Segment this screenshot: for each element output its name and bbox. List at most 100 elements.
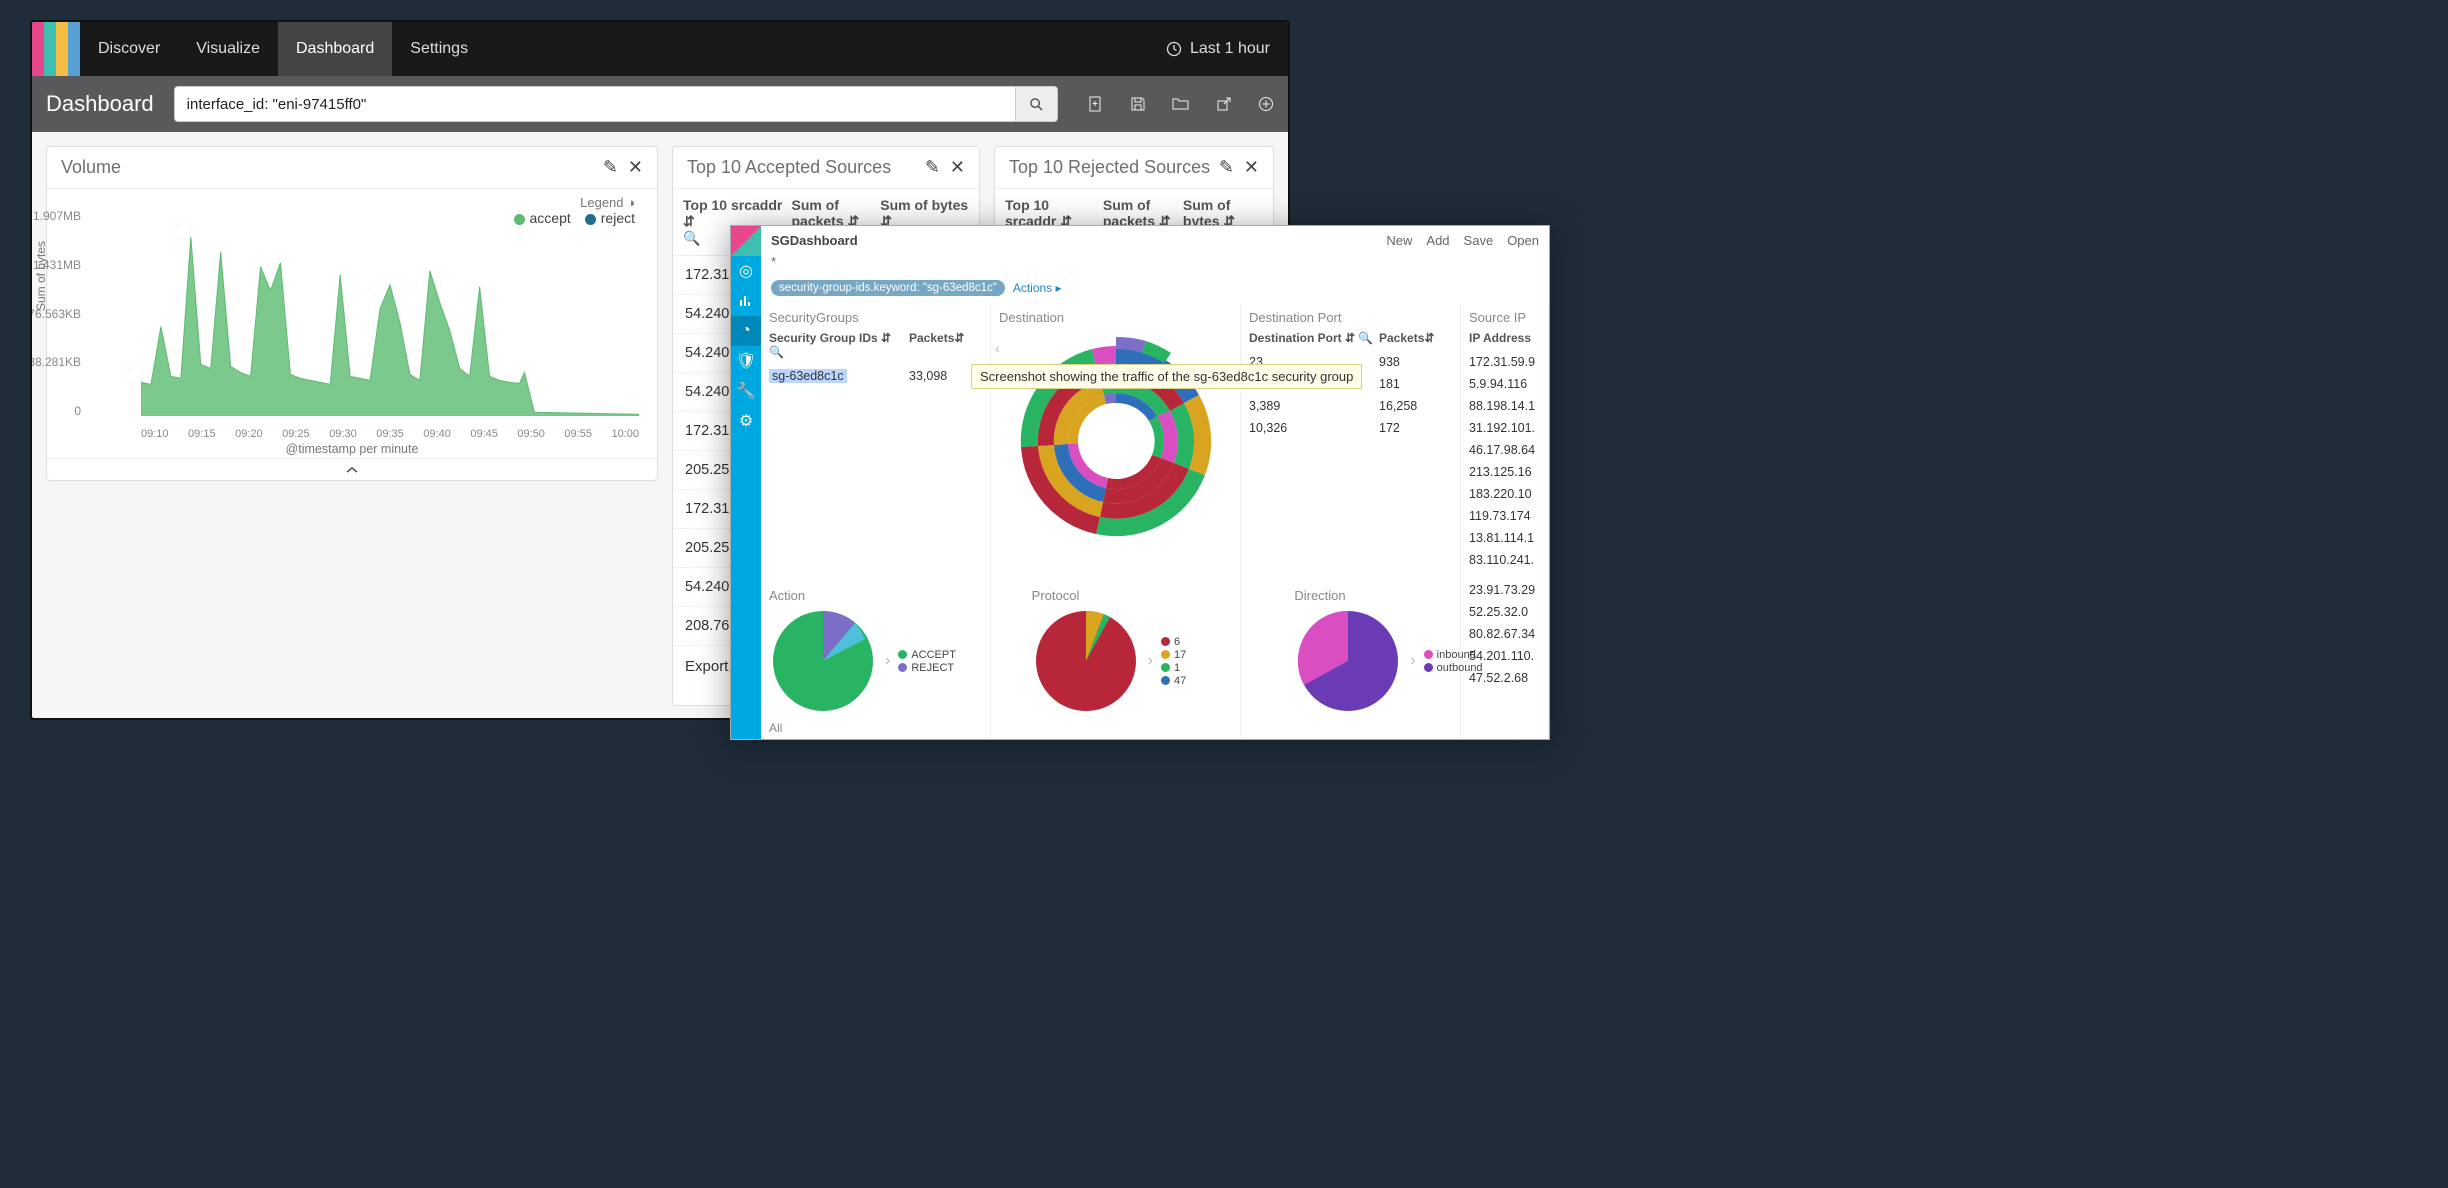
- menu-new[interactable]: New: [1386, 233, 1412, 248]
- actions-link[interactable]: Actions ▸: [1013, 281, 1062, 295]
- sort-icon[interactable]: ⇵: [1424, 331, 1434, 345]
- left-col: Volume ✎ ✕ Legend ◑ accept reject Sum of…: [46, 146, 658, 706]
- close-icon[interactable]: ✕: [628, 157, 643, 178]
- legend-accept[interactable]: accept: [530, 210, 571, 226]
- col-title: Destination Port: [1249, 310, 1452, 325]
- table-row[interactable]: 31.192.101.: [1469, 417, 1540, 439]
- sg-query[interactable]: *: [761, 254, 1549, 276]
- pie-chart[interactable]: [769, 607, 877, 715]
- table-row[interactable]: 213.125.16: [1469, 461, 1540, 483]
- table-row[interactable]: [1469, 571, 1540, 579]
- sg-filter-row: security-group-ids.keyword: "sg-63ed8c1c…: [761, 276, 1549, 300]
- close-icon[interactable]: ✕: [1244, 157, 1259, 178]
- filter-icon[interactable]: 🔍: [683, 230, 700, 246]
- table-row[interactable]: 3,38916,258: [1249, 395, 1452, 417]
- search-input[interactable]: [174, 86, 1016, 122]
- filter-icon[interactable]: 🔍: [1358, 331, 1373, 345]
- sg-header: SGDashboard New Add Save Open: [761, 226, 1549, 254]
- table-row[interactable]: 183.220.10: [1469, 483, 1540, 505]
- kibana-logo-small[interactable]: [731, 226, 761, 256]
- sort-icon[interactable]: ⇵: [683, 213, 695, 229]
- discover-icon[interactable]: ◎: [731, 256, 761, 286]
- nav-settings[interactable]: Settings: [392, 22, 486, 76]
- all-label: All: [769, 721, 1016, 735]
- nav-dashboard[interactable]: Dashboard: [278, 22, 392, 76]
- area-chart-svg: [141, 227, 639, 416]
- chevron-right-icon[interactable]: ›: [885, 652, 890, 670]
- new-dashboard-icon[interactable]: [1088, 96, 1104, 112]
- panel-volume: Volume ✎ ✕ Legend ◑ accept reject Sum of…: [46, 146, 658, 481]
- menu-open[interactable]: Open: [1507, 233, 1539, 248]
- dashboard-subbar: Dashboard: [32, 76, 1288, 132]
- visualize-icon[interactable]: [731, 286, 761, 316]
- search-button[interactable]: [1016, 86, 1058, 122]
- top-nav: Discover Visualize Dashboard Settings La…: [32, 22, 1288, 76]
- table-row[interactable]: sg-63ed8c1c33,098: [769, 365, 982, 387]
- chevron-right-icon[interactable]: ›: [1410, 652, 1415, 670]
- nav-visualize[interactable]: Visualize: [178, 22, 278, 76]
- toolbar: [1088, 96, 1274, 112]
- menu-add[interactable]: Add: [1426, 233, 1449, 248]
- add-panel-icon[interactable]: [1258, 96, 1274, 112]
- kibana-logo: [32, 22, 80, 76]
- pie-chart[interactable]: [1294, 607, 1402, 715]
- legend-toggle-icon[interactable]: ◑: [627, 195, 635, 210]
- col-title: SecurityGroups: [769, 310, 982, 325]
- sg-title: SGDashboard: [771, 233, 858, 248]
- x-axis-label: @timestamp per minute: [286, 442, 419, 456]
- filter-pill[interactable]: security-group-ids.keyword: "sg-63ed8c1c…: [771, 280, 1005, 296]
- sg-dashboard-window: ◎ ◔ 🛡 🔧 ⚙ SGDashboard New Add Save Open …: [730, 225, 1550, 740]
- col-title: Source IP: [1469, 310, 1540, 325]
- share-icon[interactable]: [1216, 96, 1232, 112]
- sort-icon[interactable]: ⇵: [881, 331, 891, 345]
- close-icon[interactable]: ✕: [950, 157, 965, 178]
- page-title: Dashboard: [46, 91, 154, 117]
- table-row[interactable]: 119.73.174: [1469, 505, 1540, 527]
- management-icon[interactable]: ⚙: [731, 406, 761, 436]
- pie-row: Action › ACCEPT REJECT All Protocol: [761, 584, 1549, 729]
- edit-icon[interactable]: ✎: [1219, 157, 1234, 178]
- pie-action: Action › ACCEPT REJECT All: [761, 584, 1024, 729]
- chevron-right-icon[interactable]: ›: [1148, 652, 1153, 670]
- filter-icon[interactable]: 🔍: [769, 345, 784, 359]
- devtools-icon[interactable]: 🔧: [731, 376, 761, 406]
- table-row[interactable]: 10,326172: [1249, 417, 1452, 439]
- edit-icon[interactable]: ✎: [925, 157, 940, 178]
- sg-sidebar: ◎ ◔ 🛡 🔧 ⚙: [731, 226, 761, 739]
- save-icon[interactable]: [1130, 96, 1146, 112]
- pie-protocol: Protocol › 6 17 1 47: [1024, 584, 1287, 729]
- y-axis: 1.907MB 1.431MB 976.563KB 488.281KB 0: [30, 209, 81, 418]
- time-picker[interactable]: Last 1 hour: [1148, 40, 1288, 58]
- table-row[interactable]: 83.110.241.: [1469, 549, 1540, 571]
- edit-icon[interactable]: ✎: [603, 157, 618, 178]
- search-icon: [1029, 97, 1044, 112]
- time-label: Last 1 hour: [1190, 40, 1270, 58]
- menu-save[interactable]: Save: [1464, 233, 1494, 248]
- nav-discover[interactable]: Discover: [80, 22, 178, 76]
- chevron-up-icon: [345, 465, 359, 475]
- panel-title: Top 10 Accepted Sources: [687, 157, 891, 178]
- col-title: Destination: [999, 310, 1232, 325]
- pie-direction: Direction › inbound outbound: [1286, 584, 1549, 729]
- collapse-toggle[interactable]: [47, 458, 657, 480]
- sort-icon[interactable]: ⇵: [954, 331, 964, 359]
- dashboard-icon[interactable]: ◔: [731, 316, 761, 346]
- tooltip: Screenshot showing the traffic of the sg…: [971, 364, 1362, 389]
- open-folder-icon[interactable]: [1172, 96, 1190, 112]
- panel-title: Volume: [61, 157, 121, 178]
- x-axis: 09:1009:1509:2009:2509:3009:3509:4009:45…: [141, 428, 639, 440]
- table-row[interactable]: 5.9.94.116: [1469, 373, 1540, 395]
- table-row[interactable]: 13.81.114.1: [1469, 527, 1540, 549]
- volume-chart: Legend ◑ accept reject Sum of bytes 1.90…: [47, 189, 657, 458]
- legend-reject[interactable]: reject: [601, 210, 635, 226]
- search-wrap: [174, 86, 1058, 122]
- legend-label: Legend: [580, 195, 623, 210]
- table-row[interactable]: 88.198.14.1: [1469, 395, 1540, 417]
- table-row[interactable]: 46.17.98.64: [1469, 439, 1540, 461]
- clock-icon: [1166, 41, 1182, 57]
- pie-chart[interactable]: [1032, 607, 1140, 715]
- table-row[interactable]: 172.31.59.9: [1469, 351, 1540, 373]
- panel-title: Top 10 Rejected Sources: [1009, 157, 1210, 178]
- sort-icon[interactable]: ⇵: [1345, 331, 1355, 345]
- timelion-icon[interactable]: 🛡: [731, 346, 761, 376]
